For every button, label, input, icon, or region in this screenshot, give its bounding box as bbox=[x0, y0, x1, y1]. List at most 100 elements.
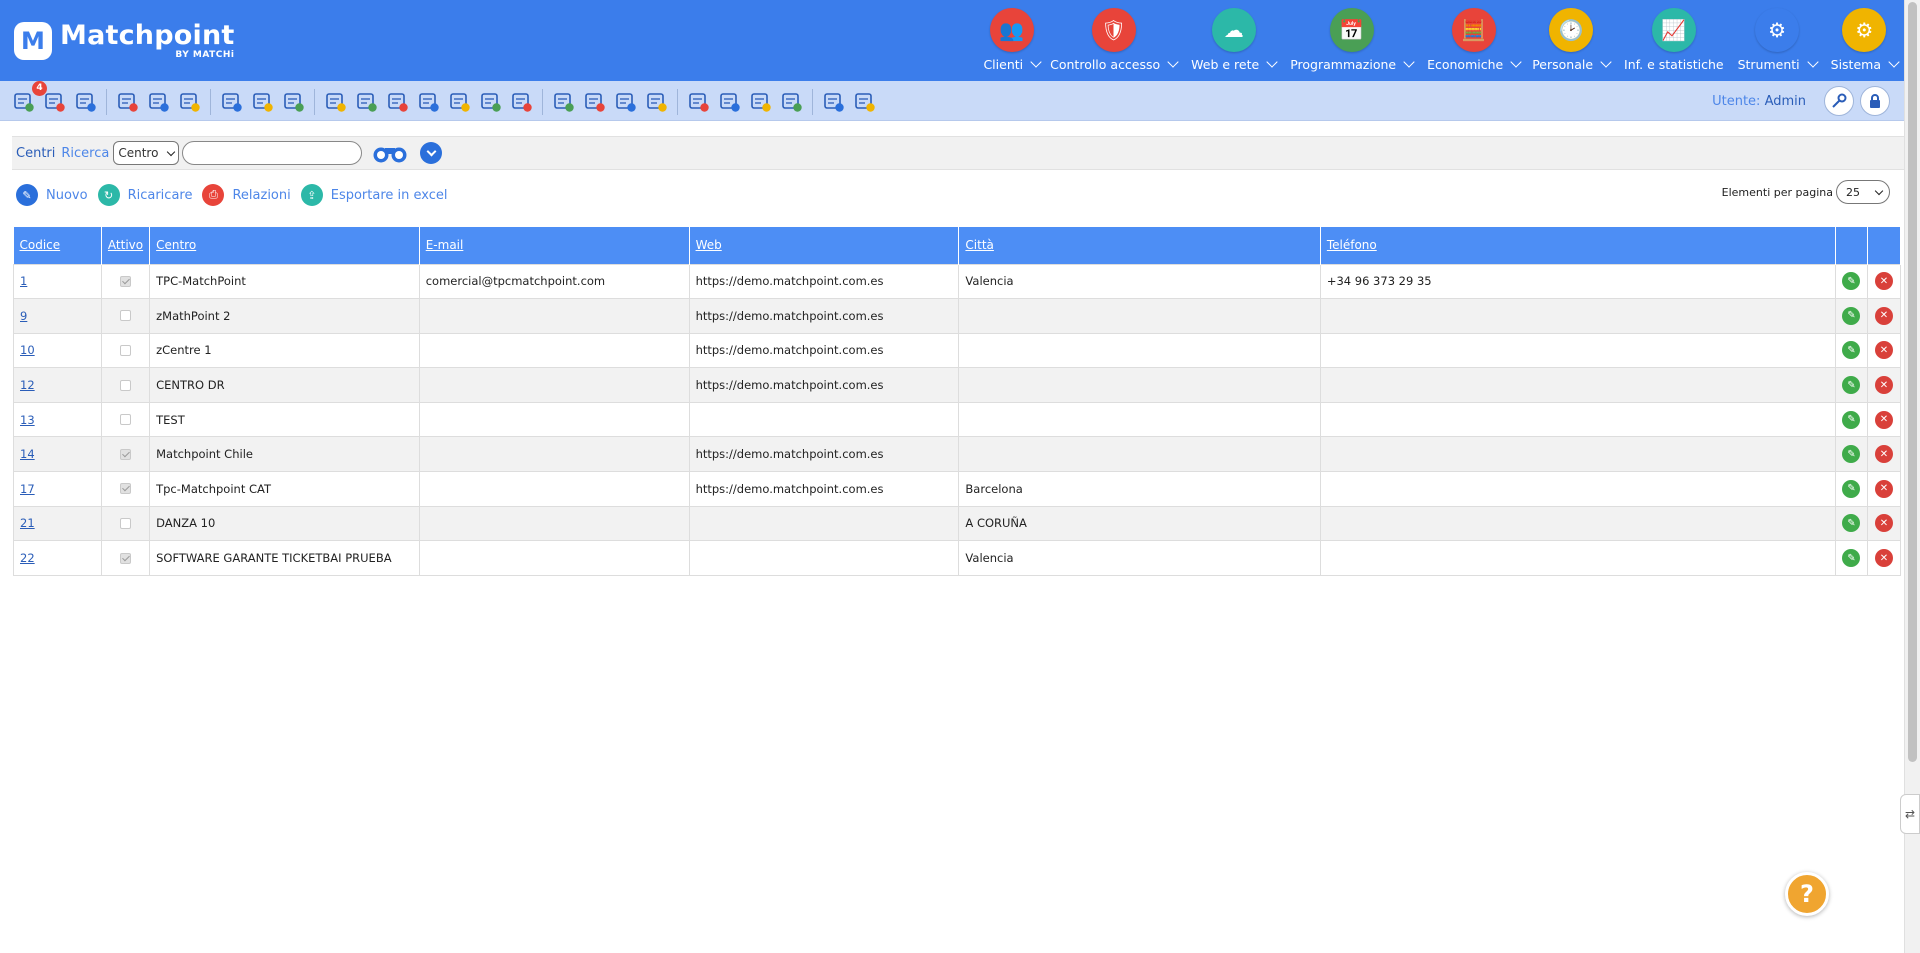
brand-logo[interactable]: M Matchpoint BY MATCHi bbox=[14, 22, 234, 60]
binoculars-search-icon[interactable] bbox=[370, 142, 410, 164]
ticket-remove-icon[interactable] bbox=[417, 91, 440, 114]
code-link[interactable]: 12 bbox=[20, 378, 35, 392]
member-icon[interactable] bbox=[220, 91, 243, 114]
nav-stats[interactable]: 📈 Inf. e statistiche bbox=[1624, 8, 1724, 72]
active-checkbox[interactable] bbox=[120, 448, 132, 460]
code-link[interactable]: 21 bbox=[20, 516, 35, 530]
col-attivo[interactable]: Attivo bbox=[101, 227, 151, 264]
bookings-today-icon[interactable]: 4 bbox=[12, 80, 47, 114]
col-centro[interactable]: Centro bbox=[149, 227, 420, 264]
active-checkbox[interactable] bbox=[120, 517, 132, 529]
nav-shield[interactable]: 🛡 Controllo accesso bbox=[1050, 8, 1179, 72]
report-button[interactable]: ⎙ Relazioni bbox=[202, 184, 291, 206]
cell-centre: CENTRO DR bbox=[149, 367, 420, 403]
active-checkbox[interactable] bbox=[120, 483, 132, 495]
chart-down-icon[interactable] bbox=[749, 91, 772, 114]
delete-icon[interactable]: ✕ bbox=[1874, 272, 1893, 291]
nav-calculator[interactable]: 🧮 Economiche bbox=[1427, 8, 1522, 72]
cell-centre: Matchpoint Chile bbox=[149, 436, 420, 473]
excel-button[interactable]: ⇪ Esportare in excel bbox=[300, 184, 448, 206]
active-checkbox[interactable] bbox=[120, 552, 132, 564]
nav-clients[interactable]: 👥 Clienti bbox=[983, 8, 1042, 72]
col-email[interactable]: E-mail bbox=[419, 227, 690, 264]
cell-code: 14 bbox=[13, 436, 102, 473]
chart-icon[interactable] bbox=[687, 91, 710, 114]
col-citta[interactable]: Città bbox=[958, 227, 1321, 264]
code-link[interactable]: 22 bbox=[20, 551, 35, 565]
help-button[interactable]: ? bbox=[1785, 872, 1829, 916]
coins-icon[interactable] bbox=[510, 91, 533, 114]
code-link[interactable]: 17 bbox=[20, 482, 35, 496]
key-icon[interactable] bbox=[1824, 86, 1854, 116]
code-link[interactable]: 1 bbox=[20, 274, 27, 288]
calendar-icon[interactable] bbox=[74, 91, 97, 114]
code-link[interactable]: 13 bbox=[20, 413, 35, 427]
edit-icon[interactable]: ✎ bbox=[1842, 410, 1861, 429]
edit-icon[interactable]: ✎ bbox=[1842, 272, 1861, 291]
lock-icon[interactable] bbox=[1860, 86, 1890, 116]
delete-icon[interactable]: ✕ bbox=[1874, 549, 1893, 568]
per-page-select[interactable]: 25 bbox=[1836, 180, 1890, 204]
active-checkbox[interactable] bbox=[120, 379, 132, 391]
edit-icon[interactable]: ✎ bbox=[1842, 306, 1861, 325]
active-checkbox[interactable] bbox=[120, 344, 132, 356]
monitor-icon[interactable] bbox=[448, 91, 471, 114]
new-button[interactable]: ✎ Nuovo bbox=[16, 184, 88, 206]
invoice-icon[interactable] bbox=[479, 91, 502, 114]
bank-icon[interactable] bbox=[780, 91, 803, 114]
nav-tools[interactable]: ⚙ Strumenti bbox=[1738, 8, 1819, 72]
delete-icon[interactable]: ✕ bbox=[1874, 479, 1893, 498]
cell-code: 21 bbox=[13, 505, 102, 542]
expand-filters-button[interactable] bbox=[420, 142, 443, 164]
ticket-add-icon[interactable] bbox=[324, 91, 347, 114]
edit-icon[interactable]: ✎ bbox=[1842, 376, 1861, 395]
doc-alert-icon[interactable] bbox=[583, 91, 606, 114]
nav-calendar[interactable]: 📅 Programmazione bbox=[1290, 8, 1415, 72]
doc-clock-icon[interactable] bbox=[552, 91, 575, 114]
delete-icon[interactable]: ✕ bbox=[1874, 514, 1893, 533]
delete-icon[interactable]: ✕ bbox=[1874, 410, 1893, 429]
bookings-add-icon[interactable] bbox=[43, 91, 66, 114]
active-checkbox[interactable] bbox=[120, 275, 132, 287]
system-icon: ⚙ bbox=[1842, 8, 1887, 52]
screen-add-icon[interactable] bbox=[822, 91, 845, 114]
edit-icon[interactable]: ✎ bbox=[1842, 445, 1861, 464]
screen-remove-icon[interactable] bbox=[853, 91, 876, 114]
code-link[interactable]: 9 bbox=[20, 309, 27, 323]
doc-search-icon[interactable] bbox=[645, 91, 668, 114]
nav-label: Personale bbox=[1532, 57, 1594, 72]
client-add-icon[interactable] bbox=[116, 91, 139, 114]
side-panel-handle-icon[interactable]: ⇄ bbox=[1900, 794, 1920, 834]
edit-icon[interactable]: ✎ bbox=[1842, 549, 1861, 568]
delete-icon[interactable]: ✕ bbox=[1874, 341, 1893, 360]
client-search-icon[interactable] bbox=[147, 91, 170, 114]
delete-icon[interactable]: ✕ bbox=[1874, 376, 1893, 395]
nav-staff[interactable]: 🕑 Personale bbox=[1532, 8, 1612, 72]
active-checkbox[interactable] bbox=[120, 310, 132, 322]
active-checkbox[interactable] bbox=[120, 414, 132, 426]
col-web[interactable]: Web bbox=[689, 227, 960, 264]
chart-up-icon[interactable] bbox=[718, 91, 741, 114]
delete-icon[interactable]: ✕ bbox=[1874, 306, 1893, 325]
col-codice[interactable]: Codice bbox=[13, 227, 102, 264]
doc-check-icon[interactable] bbox=[614, 91, 637, 114]
delete-icon[interactable]: ✕ bbox=[1874, 445, 1893, 464]
search-field-select[interactable]: Centro bbox=[113, 141, 180, 165]
member-card-icon[interactable] bbox=[282, 91, 305, 114]
user-name[interactable]: Admin bbox=[1765, 94, 1806, 109]
code-link[interactable]: 14 bbox=[20, 447, 35, 461]
ticket-list-icon[interactable] bbox=[355, 91, 378, 114]
member-star-icon[interactable] bbox=[251, 91, 274, 114]
client-check-icon[interactable] bbox=[178, 91, 201, 114]
edit-icon[interactable]: ✎ bbox=[1842, 514, 1861, 533]
reload-button[interactable]: ↻ Ricaricare bbox=[97, 184, 192, 206]
nav-cloud[interactable]: ☁ Web e rete bbox=[1191, 8, 1278, 72]
edit-icon[interactable]: ✎ bbox=[1842, 341, 1861, 360]
nav-system[interactable]: ⚙ Sistema bbox=[1831, 8, 1900, 72]
section-title[interactable]: Centri bbox=[16, 146, 55, 161]
search-input[interactable] bbox=[182, 141, 363, 165]
edit-icon[interactable]: ✎ bbox=[1842, 479, 1861, 498]
col-telefono[interactable]: Teléfono bbox=[1320, 227, 1836, 264]
ticket-money-icon[interactable] bbox=[386, 91, 409, 114]
code-link[interactable]: 10 bbox=[20, 343, 35, 357]
